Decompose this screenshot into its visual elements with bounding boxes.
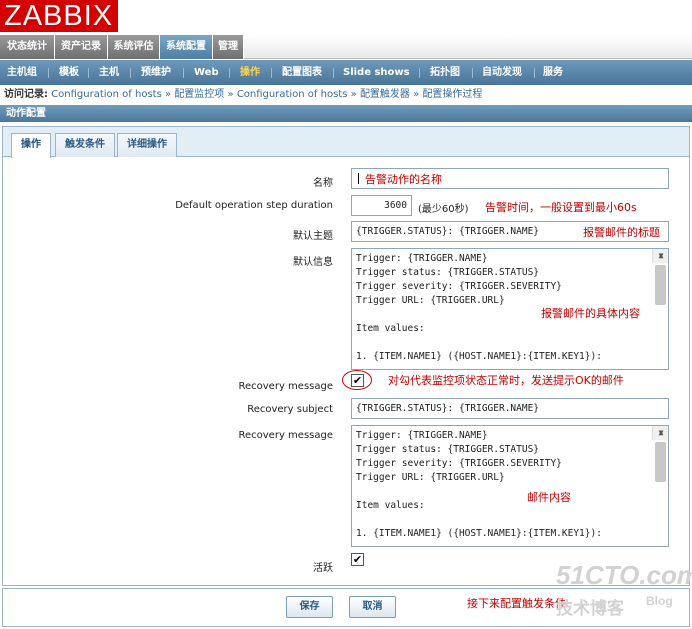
message-line: 1. {ITEM.NAME1} ({HOST.NAME1}:{ITEM.KEY1… (356, 351, 602, 362)
sub-menu-actions[interactable]: 操作 (240, 60, 260, 85)
step-duration-hint: (最少60秒) (418, 204, 469, 215)
sub-menu-services[interactable]: 服务 (543, 60, 563, 85)
scroll-thumb[interactable] (655, 265, 666, 305)
sub-menu-web[interactable]: Web (194, 60, 219, 85)
sub-menu-host-groups[interactable]: 主机组 (7, 60, 37, 85)
breadcrumb-sep: » (413, 89, 420, 100)
sub-menu-slide-shows[interactable]: Slide shows (343, 60, 410, 85)
text-cursor (358, 173, 359, 184)
recovery-line (356, 513, 648, 527)
breadcrumb-item[interactable]: Configuration of hosts (237, 89, 348, 100)
sub-menu-maintenance[interactable]: 预维护 (141, 60, 171, 85)
sub-menu-screens[interactable]: 配置图表 (282, 60, 322, 85)
menu-divider (472, 68, 473, 78)
sub-menu-maps[interactable]: 拓扑图 (430, 60, 460, 85)
recovery-scrollbar[interactable]: ▲ ▼ (652, 426, 668, 482)
save-button[interactable]: 保存 (286, 596, 333, 618)
watermark-sub: 技术博客 (556, 599, 624, 618)
recovery-subject-label: Recovery subject (247, 404, 333, 415)
menu-divider (271, 68, 272, 78)
recovery-line: 1. {ITEM.NAME1} ({HOST.NAME1}:{ITEM.KEY1… (356, 528, 602, 539)
section-title: 动作配置 (0, 105, 692, 122)
main-menu: 状态统计 资产记录 系统评估 系统配置 管理 (0, 35, 692, 59)
recovery-body-label: Recovery message (238, 430, 334, 441)
tab-operations[interactable]: 详细操作 (117, 133, 177, 157)
menu-divider (419, 68, 420, 78)
breadcrumb-prefix: 访问记录: (4, 89, 48, 100)
recovery-subject-input[interactable]: {TRIGGER.STATUS}: {TRIGGER.NAME} (351, 398, 669, 419)
message-line (356, 336, 648, 350)
breadcrumb-item[interactable]: 配置监控项 (174, 89, 224, 100)
annotation-message: 报警邮件的具体内容 (541, 307, 640, 320)
recovery-line (356, 485, 648, 499)
recovery-message-textarea[interactable]: Trigger: {TRIGGER.NAME} Trigger status: … (351, 425, 669, 547)
watermark-brand: 51CTO.com (556, 560, 692, 590)
breadcrumb-item[interactable]: 配置触发器 (360, 89, 410, 100)
message-line: Trigger severity: {TRIGGER.SEVERITY} (356, 281, 562, 292)
annotation-next: 接下来配置触发条件 (467, 597, 566, 610)
main-menu-configuration[interactable]: 系统配置 (160, 35, 213, 59)
breadcrumb-sep: » (227, 89, 234, 100)
breadcrumb-item[interactable]: 配置操作过程 (422, 89, 482, 100)
active-checkbox[interactable]: ✔ (351, 553, 364, 566)
menu-divider (48, 68, 49, 78)
main-menu-inventory[interactable]: 资产记录 (55, 35, 108, 59)
scroll-thumb[interactable] (655, 442, 666, 482)
cancel-button[interactable]: 取消 (349, 596, 396, 618)
annotation-subject: 报警邮件的标题 (583, 226, 660, 239)
annotation-step: 告警时间，一般设置到最小60s (485, 201, 637, 214)
message-line: Item values: (356, 323, 425, 334)
main-menu-administration[interactable]: 管理 (213, 35, 244, 59)
breadcrumb-sep: » (165, 89, 172, 100)
recovery-line: Item values: (356, 500, 425, 511)
menu-divider (333, 68, 334, 78)
step-duration-input[interactable]: 3600 (351, 195, 412, 216)
menu-divider (183, 68, 184, 78)
sub-menu-templates[interactable]: 模板 (59, 60, 79, 85)
menu-divider (534, 68, 535, 78)
annotation-recovery: 对勾代表监控项状态正常时，发送提示OK的邮件 (388, 374, 624, 387)
message-line: Trigger: {TRIGGER.NAME} (356, 253, 488, 264)
tab-action[interactable]: 操作 (11, 133, 51, 158)
message-scrollbar[interactable]: ▲ ▼ (652, 249, 668, 305)
scroll-down-icon[interactable]: ▼ (653, 426, 668, 440)
top-bar: ZABBIX (0, 0, 692, 35)
recovery-message-checkbox[interactable]: ✔ (351, 374, 364, 387)
subject-label: 默认主题 (293, 231, 333, 242)
sub-menu-hosts[interactable]: 主机 (99, 60, 119, 85)
name-label: 名称 (313, 178, 333, 189)
recovery-line: Trigger severity: {TRIGGER.SEVERITY} (356, 458, 562, 469)
menu-divider (88, 68, 89, 78)
main-menu-monitoring[interactable]: 状态统计 (0, 35, 55, 59)
action-form-panel: 操作 触发条件 详细操作 名称 告警动作的名称 Default operatio… (2, 126, 690, 586)
main-menu-reports[interactable]: 系统评估 (108, 35, 160, 59)
step-duration-label: Default operation step duration (175, 200, 333, 211)
annotation-name: 告警动作的名称 (365, 173, 442, 186)
recovery-message-label: Recovery message (238, 381, 334, 392)
active-label: 活跃 (313, 563, 333, 574)
sub-menu: 主机组 模板 主机 预维护 Web 操作 配置图表 Slide shows 拓扑… (0, 60, 692, 85)
recovery-line: Trigger URL: {TRIGGER.URL} (356, 472, 505, 483)
breadcrumb-item[interactable]: Configuration of hosts (51, 89, 162, 100)
menu-divider (130, 68, 131, 78)
message-line: Trigger status: {TRIGGER.STATUS} (356, 267, 540, 278)
breadcrumb-sep: » (350, 89, 357, 100)
form-tabs: 操作 触发条件 详细操作 (3, 127, 689, 158)
tab-conditions[interactable]: 触发条件 (55, 133, 115, 157)
breadcrumb: 访问记录: Configuration of hosts » 配置监控项 » C… (0, 85, 692, 104)
scroll-down-icon[interactable]: ▼ (653, 249, 668, 263)
menu-divider (229, 68, 230, 78)
annotation-recovery-body: 邮件内容 (527, 491, 571, 504)
message-label: 默认信息 (293, 257, 333, 268)
zabbix-logo[interactable]: ZABBIX (0, 0, 118, 32)
recovery-line: Trigger status: {TRIGGER.STATUS} (356, 444, 540, 455)
sub-menu-discovery[interactable]: 自动发现 (482, 60, 522, 85)
recovery-line: Trigger: {TRIGGER.NAME} (356, 430, 488, 441)
watermark-blog: Blog (646, 594, 673, 608)
